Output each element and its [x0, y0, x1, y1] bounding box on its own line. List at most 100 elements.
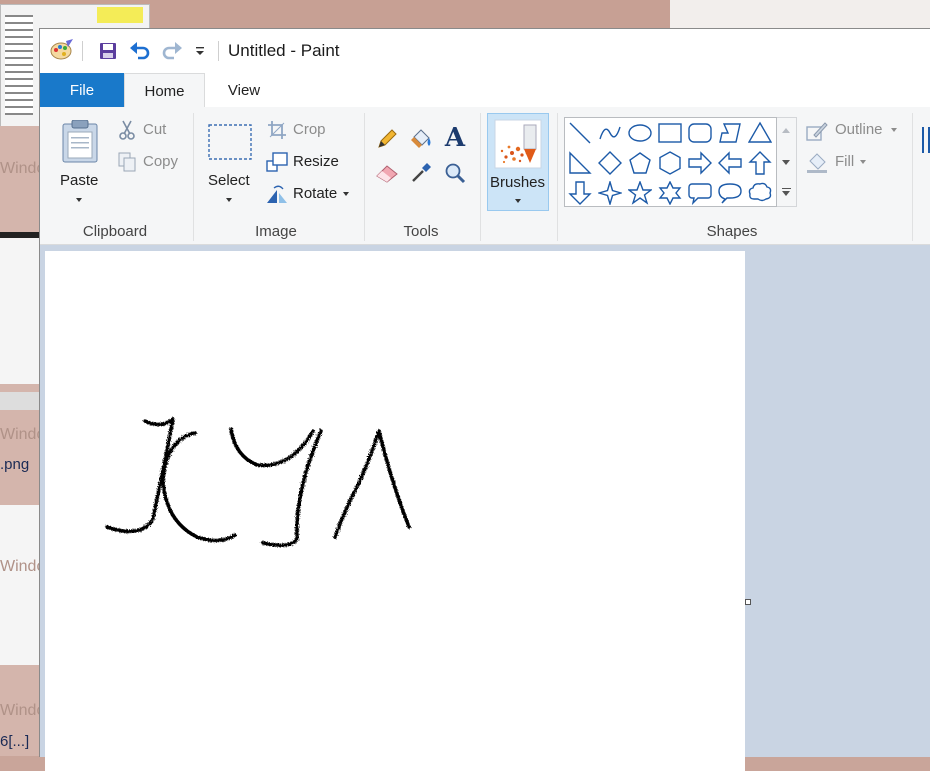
tab-view[interactable]: View [208, 73, 280, 108]
outline-icon [805, 120, 829, 142]
cut-icon [118, 119, 136, 141]
background-window-edge [670, 0, 930, 30]
text-icon[interactable]: A [442, 123, 468, 153]
copy-button[interactable]: Copy [143, 153, 178, 170]
canvas-workspace [40, 245, 930, 771]
copy-icon [118, 151, 136, 173]
group-label-image: Image [255, 223, 297, 240]
right-triangle-shape-icon[interactable] [565, 148, 595, 178]
oval-callout-shape-icon[interactable] [715, 178, 745, 208]
rotate-dropdown-icon[interactable] [343, 192, 349, 196]
oval-shape-icon[interactable] [625, 118, 655, 148]
magnifier-icon[interactable] [443, 161, 467, 185]
gallery-more-icon[interactable] [782, 188, 791, 189]
undo-icon[interactable] [128, 39, 152, 63]
polygon-shape-icon[interactable] [715, 118, 745, 148]
select-button[interactable]: Select [208, 172, 250, 189]
shapes-scrollbar [777, 117, 797, 207]
select-dropdown-icon[interactable] [226, 198, 232, 202]
brushes-dropdown-icon [515, 199, 521, 203]
group-separator [480, 113, 481, 241]
triangle-shape-icon[interactable] [745, 118, 775, 148]
ribbon: Paste Cut Copy Clipboard Select Crop Res… [40, 107, 930, 245]
shapes-gallery [564, 117, 777, 207]
cloud-callout-shape-icon[interactable] [745, 178, 775, 208]
scroll-down-icon[interactable] [782, 160, 790, 165]
thumbnail-list [5, 15, 33, 115]
rotate-button[interactable]: Rotate [293, 185, 337, 202]
rounded-rectangle-shape-icon[interactable] [685, 118, 715, 148]
eraser-icon[interactable] [375, 161, 399, 185]
stroke-letter-4 [333, 429, 411, 539]
thumbnail-highlight [97, 7, 143, 23]
drawing-canvas[interactable] [45, 251, 745, 771]
brush-icon [494, 119, 542, 169]
redo-icon[interactable] [160, 39, 184, 63]
five-point-star-shape-icon[interactable] [625, 178, 655, 208]
rounded-callout-shape-icon[interactable] [685, 178, 715, 208]
handwritten-strokes [105, 417, 411, 548]
pentagon-shape-icon[interactable] [625, 148, 655, 178]
outline-dropdown-icon[interactable] [891, 128, 897, 132]
resize-button[interactable]: Resize [293, 153, 339, 170]
canvas-resize-handle[interactable] [745, 599, 751, 605]
background-preview-bar [0, 232, 40, 238]
tab-home[interactable]: Home [124, 73, 205, 108]
down-arrow-shape-icon[interactable] [565, 178, 595, 208]
stroke-letter-3b [261, 429, 323, 548]
stroke-letter-2 [161, 431, 237, 543]
four-point-star-shape-icon[interactable] [595, 178, 625, 208]
fill-button[interactable]: Fill [835, 153, 854, 170]
resize-icon [266, 151, 288, 173]
fill-icon [805, 151, 829, 175]
title-bar: Untitled - Paint [40, 29, 930, 73]
brushes-button[interactable]: Brushes [487, 113, 549, 211]
group-separator [364, 113, 365, 241]
select-icon[interactable] [208, 123, 252, 161]
window-title: Untitled - Paint [228, 41, 340, 60]
fill-bucket-icon[interactable] [409, 127, 433, 151]
outline-button[interactable]: Outline [835, 121, 883, 138]
right-arrow-shape-icon[interactable] [685, 148, 715, 178]
cut-button[interactable]: Cut [143, 121, 166, 138]
line-shape-icon[interactable] [565, 118, 595, 148]
paste-dropdown-icon[interactable] [76, 198, 82, 202]
background-file-label: .png [0, 456, 30, 473]
size-icon[interactable] [922, 127, 930, 153]
background-preview [0, 234, 40, 384]
tab-file[interactable]: File [40, 73, 124, 107]
rotate-icon [266, 183, 288, 205]
group-separator [557, 113, 558, 241]
paint-window: Untitled - Paint File Home View Paste Cu… [39, 28, 930, 771]
left-arrow-shape-icon[interactable] [715, 148, 745, 178]
save-icon[interactable] [96, 39, 120, 63]
gallery-more-arrow-icon[interactable] [782, 191, 790, 196]
up-arrow-shape-icon[interactable] [745, 148, 775, 178]
brushes-label: Brushes [490, 174, 546, 191]
stroke-letter-3a [229, 427, 315, 468]
ribbon-tabs: File Home View [40, 73, 930, 108]
six-point-star-shape-icon[interactable] [655, 178, 685, 208]
rectangle-shape-icon[interactable] [655, 118, 685, 148]
paste-button[interactable]: Paste [60, 172, 98, 189]
background-preview [0, 392, 40, 410]
scroll-up-icon[interactable] [782, 128, 790, 133]
group-label-tools: Tools [403, 223, 439, 240]
curve-shape-icon[interactable] [595, 118, 625, 148]
crop-icon [266, 119, 288, 141]
group-separator [193, 113, 194, 241]
paint-app-icon[interactable] [50, 39, 74, 61]
customize-dropdown-icon[interactable] [188, 39, 212, 63]
group-label-clipboard: Clipboard [82, 223, 148, 240]
color-picker-icon[interactable] [409, 161, 433, 185]
pencil-icon[interactable] [375, 127, 399, 151]
background-file-label: 6[...] [0, 733, 30, 750]
background-preview [0, 505, 40, 665]
quick-access-separator [218, 41, 219, 61]
paste-icon[interactable] [60, 119, 100, 165]
hexagon-shape-icon[interactable] [655, 148, 685, 178]
fill-dropdown-icon[interactable] [860, 160, 866, 164]
group-label-shapes: Shapes [706, 223, 758, 240]
crop-button[interactable]: Crop [293, 121, 326, 138]
diamond-shape-icon[interactable] [595, 148, 625, 178]
